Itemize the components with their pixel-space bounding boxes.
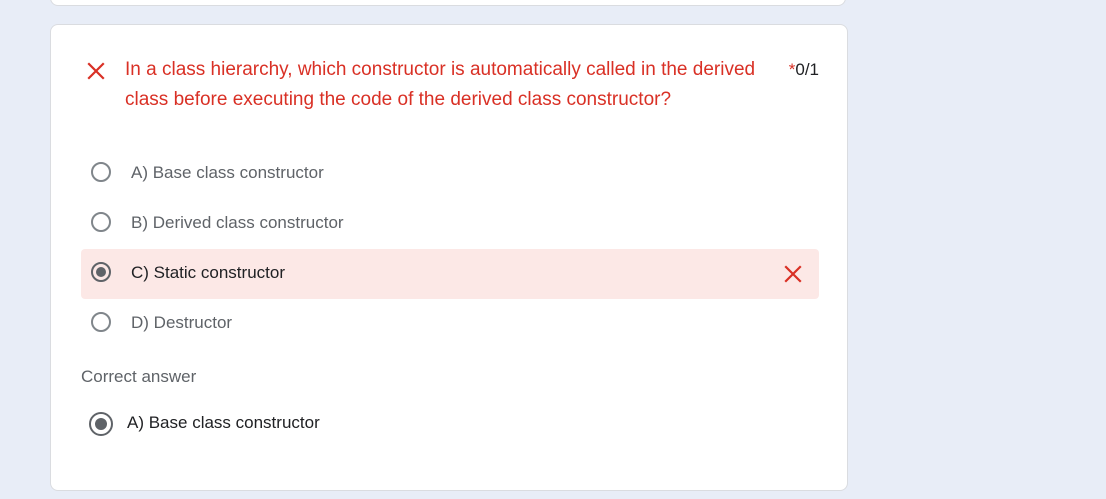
option-c[interactable]: C) Static constructor bbox=[81, 249, 819, 299]
option-label: B) Derived class constructor bbox=[131, 213, 344, 232]
incorrect-icon bbox=[784, 265, 802, 283]
option-label: A) Base class constructor bbox=[131, 163, 324, 182]
option-a[interactable]: A) Base class constructor bbox=[81, 149, 819, 199]
question-text: In a class hierarchy, which constructor … bbox=[125, 59, 756, 110]
option-b[interactable]: B) Derived class constructor bbox=[81, 199, 819, 249]
correct-answer-row: A) Base class constructor bbox=[81, 408, 819, 438]
close-icon bbox=[87, 62, 105, 80]
option-label: D) Destructor bbox=[131, 313, 233, 332]
option-label: C) Static constructor bbox=[131, 263, 285, 282]
radio-button[interactable] bbox=[91, 212, 111, 232]
radio-button-selected[interactable] bbox=[91, 262, 111, 282]
radio-button-selected bbox=[89, 412, 113, 436]
radio-button[interactable] bbox=[91, 162, 111, 182]
options-list: A) Base class constructor B) Derived cla… bbox=[81, 149, 819, 349]
correct-answer-title: Correct answer bbox=[81, 367, 197, 386]
question-card: In a class hierarchy, which constructor … bbox=[50, 24, 848, 491]
previous-question-card bbox=[50, 0, 846, 6]
question-score: *0/1 bbox=[789, 55, 819, 85]
score-value: 0/1 bbox=[795, 60, 819, 79]
correct-answer-label: A) Base class constructor bbox=[127, 413, 320, 432]
option-d[interactable]: D) Destructor bbox=[81, 299, 819, 349]
radio-button[interactable] bbox=[91, 312, 111, 332]
